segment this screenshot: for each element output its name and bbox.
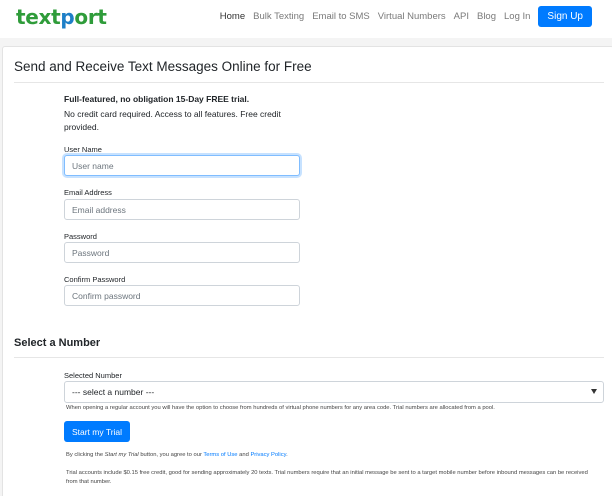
- password-input[interactable]: [64, 242, 300, 263]
- nav-link-log-in[interactable]: Log In: [504, 11, 530, 22]
- username-input[interactable]: [64, 155, 300, 176]
- logo-wordmark: textport: [16, 5, 107, 29]
- privacy-policy-link[interactable]: Privacy Policy: [250, 452, 286, 458]
- terms-notice: By clicking the Start my Trial button, y…: [66, 452, 288, 458]
- textport-logo[interactable]: textport: [16, 4, 107, 30]
- nav-link-email-to-sms[interactable]: Email to SMS: [312, 11, 370, 22]
- password-label: Password: [64, 232, 97, 241]
- nav-link-api[interactable]: API: [454, 11, 469, 22]
- trial-credit-note: Trial accounts include $0.15 free credit…: [66, 470, 588, 485]
- signup-card: Send and Receive Text Messages Online fo…: [2, 46, 612, 496]
- terms-of-use-link[interactable]: Terms of Use: [203, 452, 237, 458]
- trial-description: No credit card required. Access to all f…: [64, 109, 281, 132]
- number-select-value: --- select a number ---: [72, 387, 155, 397]
- email-label: Email Address: [64, 188, 112, 197]
- email-input[interactable]: [64, 199, 300, 220]
- top-navbar: textport Home Bulk Texting Email to SMS …: [0, 0, 612, 38]
- confirm-password-label: Confirm Password: [64, 275, 126, 284]
- sign-up-button[interactable]: Sign Up: [538, 6, 592, 27]
- start-trial-button[interactable]: Start my Trial: [64, 421, 130, 442]
- selected-number-label: Selected Number: [64, 371, 122, 380]
- nav-links: Home Bulk Texting Email to SMS Virtual N…: [212, 6, 592, 27]
- select-number-heading: Select a Number: [14, 337, 101, 349]
- nav-link-home[interactable]: Home: [220, 11, 245, 22]
- section-divider: [14, 357, 604, 358]
- nav-link-blog[interactable]: Blog: [477, 11, 496, 22]
- trial-button-reference: Start my Trial: [104, 452, 139, 458]
- nav-link-virtual-numbers[interactable]: Virtual Numbers: [378, 11, 446, 22]
- title-divider: [14, 82, 604, 83]
- page-title: Send and Receive Text Messages Online fo…: [14, 59, 312, 74]
- confirm-password-input[interactable]: [64, 285, 300, 306]
- number-select[interactable]: --- select a number ---: [64, 381, 604, 403]
- caret-down-icon: [591, 389, 597, 394]
- number-help-text: When opening a regular account you will …: [66, 405, 495, 411]
- trial-headline: Full-featured, no obligation 15-Day FREE…: [64, 94, 250, 104]
- nav-link-bulk-texting[interactable]: Bulk Texting: [253, 11, 304, 22]
- username-label: User Name: [64, 145, 102, 154]
